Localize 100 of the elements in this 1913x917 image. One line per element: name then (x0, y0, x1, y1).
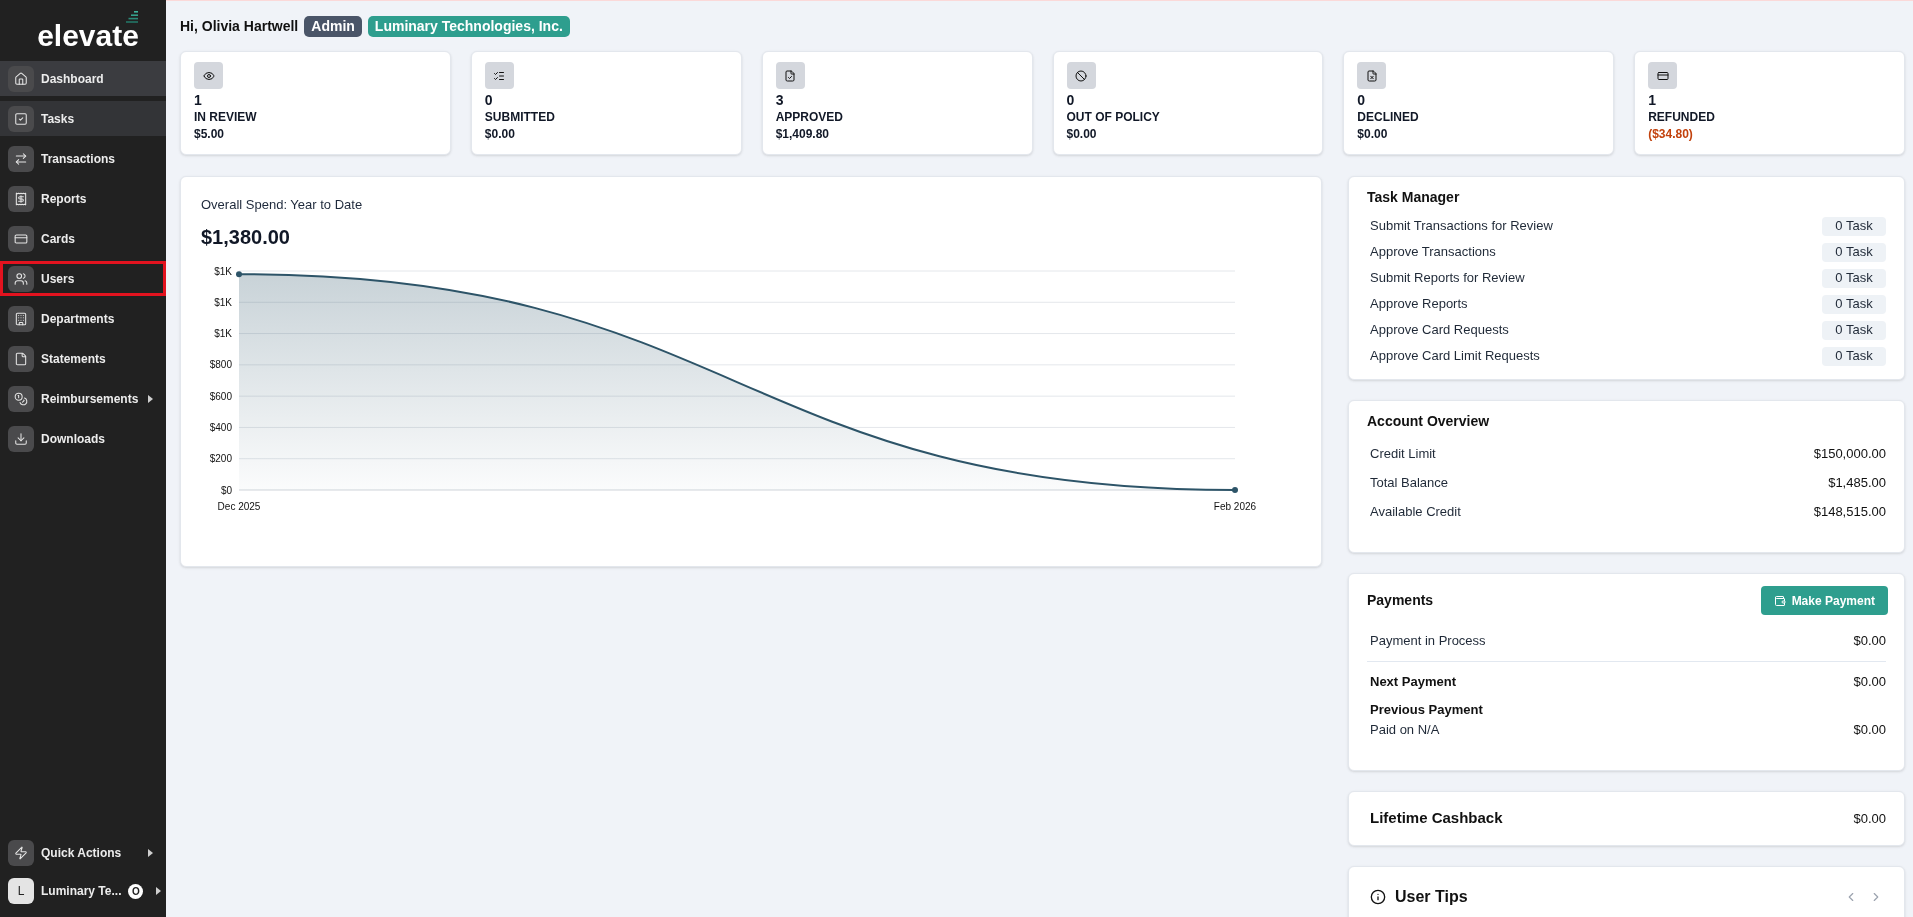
task-link[interactable]: Submit Reports for Review (1370, 268, 1525, 288)
sidebar-nav-item[interactable]: Transactions (0, 141, 166, 176)
task-link[interactable]: Approve Card Limit Requests (1370, 346, 1540, 366)
data-point (236, 271, 242, 278)
chart-title: Overall Spend: Year to Date (201, 196, 364, 214)
stat-count: 0 (1066, 91, 1076, 109)
credit-card-icon (8, 225, 34, 252)
file-check-icon (775, 62, 805, 89)
role-badge: Admin (304, 15, 362, 37)
stat-label: REFUNDED (1648, 109, 1716, 126)
stat-count: 0 (484, 91, 494, 109)
stat-count: 1 (194, 91, 203, 109)
receipt-icon (8, 185, 34, 212)
bars-icon (125, 11, 138, 23)
x-axis-label: Dec 2025 (217, 501, 261, 512)
sidebar-nav-item[interactable]: Dashboard (0, 61, 166, 96)
row-label: Next Payment (1370, 673, 1456, 692)
coins-icon (8, 385, 34, 412)
task-link[interactable]: Submit Transactions for Review (1370, 216, 1553, 236)
row-value: $148,515.00 (1813, 502, 1886, 521)
y-axis-label: $200 (209, 453, 232, 465)
task-count-badge: 0 Task (1822, 216, 1886, 236)
y-axis-label: $800 (209, 359, 232, 371)
y-axis-label: $1K (214, 328, 232, 340)
stat-amount: $0.00 (1066, 126, 1098, 143)
card-title: Task Manager (1367, 188, 1461, 207)
company-badge: Luminary Technologies, Inc. (367, 15, 570, 37)
arrows-icon (8, 145, 34, 172)
task-count-badge: 0 Task (1822, 320, 1886, 340)
status-badge: O (128, 883, 144, 899)
task-count-badge: 0 Task (1822, 268, 1886, 288)
avatar: L (8, 878, 34, 904)
credit-card-icon (1648, 62, 1678, 89)
sidebar-nav-item[interactable]: Tasks (0, 101, 166, 136)
card-title: Payments (1367, 591, 1434, 610)
checklist-icon (484, 62, 514, 89)
stat-count: 1 (1648, 91, 1657, 109)
account-switcher[interactable]: L Luminary Te... O (0, 874, 166, 908)
ban-icon (1066, 62, 1096, 89)
download-icon (8, 425, 34, 452)
task-link[interactable]: Approve Reports (1370, 294, 1468, 314)
y-axis-label: $1K (214, 265, 232, 277)
stat-amount: $5.00 (194, 126, 226, 143)
row-label: Credit Limit (1370, 444, 1436, 463)
user-tips-title: User Tips (1395, 887, 1468, 907)
task-link[interactable]: Approve Card Requests (1370, 320, 1509, 340)
cashback-value: $0.00 (1853, 809, 1886, 828)
file-icon (8, 345, 34, 372)
sidebar-nav-item[interactable]: Departments (0, 301, 166, 336)
stat-amount: ($34.80) (1648, 126, 1694, 143)
stat-amount: $0.00 (1357, 126, 1389, 143)
sidebar-nav-item[interactable]: Reports (0, 181, 166, 216)
stat-count: 0 (1357, 91, 1367, 109)
y-axis-label: $400 (209, 421, 232, 433)
task-count-badge: 0 Task (1822, 346, 1886, 366)
lightning-icon (8, 840, 34, 866)
row-label: Payment in Process (1370, 632, 1486, 651)
stat-label: SUBMITTED (484, 109, 556, 126)
row-sublabel: Paid on N/A (1370, 721, 1440, 740)
x-axis-label: Feb 2026 (1213, 501, 1257, 512)
task-count-badge: 0 Task (1822, 242, 1886, 262)
sidebar-nav-item[interactable]: Downloads (0, 421, 166, 456)
sidebar-nav-item[interactable]: Cards (0, 221, 166, 256)
file-x-icon (1357, 62, 1387, 89)
stat-label: DECLINED (1357, 109, 1420, 126)
sidebar-nav-item[interactable]: Statements (0, 341, 166, 376)
cashback-label: Lifetime Cashback (1370, 808, 1503, 829)
card-title: Account Overview (1367, 412, 1491, 431)
stat-label: OUT OF POLICY (1066, 109, 1161, 126)
row-value: $0.00 (1853, 632, 1886, 651)
row-value: $150,000.00 (1813, 444, 1886, 463)
stat-label: APPROVED (775, 109, 844, 126)
building-icon (8, 305, 34, 332)
task-count-badge: 0 Task (1822, 294, 1886, 314)
y-axis-label: $600 (209, 390, 232, 402)
row-value: $1,485.00 (1828, 473, 1886, 492)
row-label: Previous Payment (1370, 701, 1483, 719)
y-axis-label: $1K (214, 296, 232, 308)
row-value: $0.00 (1853, 721, 1886, 740)
logo-text: elevate (37, 24, 139, 48)
stat-label: IN REVIEW (194, 109, 258, 126)
info-icon (1370, 889, 1386, 905)
task-link[interactable]: Approve Transactions (1370, 242, 1496, 262)
row-label: Available Credit (1370, 502, 1461, 521)
stat-count: 3 (775, 91, 785, 109)
row-label: Total Balance (1370, 473, 1449, 492)
quick-actions-item[interactable]: Quick Actions (0, 836, 166, 870)
sidebar-nav-item[interactable]: Reimbursements (0, 381, 166, 416)
users-icon (8, 265, 34, 292)
greeting: Hi, Olivia Hartwell (180, 16, 299, 36)
stat-amount: $0.00 (484, 126, 516, 143)
eye-icon (194, 62, 223, 89)
y-axis-label: $0 (220, 484, 232, 496)
data-point (1232, 487, 1238, 493)
wallet-icon (1773, 594, 1786, 607)
row-value: $0.00 (1853, 673, 1886, 692)
spend-total: $1,380.00 (201, 225, 291, 250)
sidebar-nav-item[interactable]: Users (0, 261, 166, 296)
stat-amount: $1,409.80 (775, 126, 831, 143)
house-icon (8, 65, 34, 92)
